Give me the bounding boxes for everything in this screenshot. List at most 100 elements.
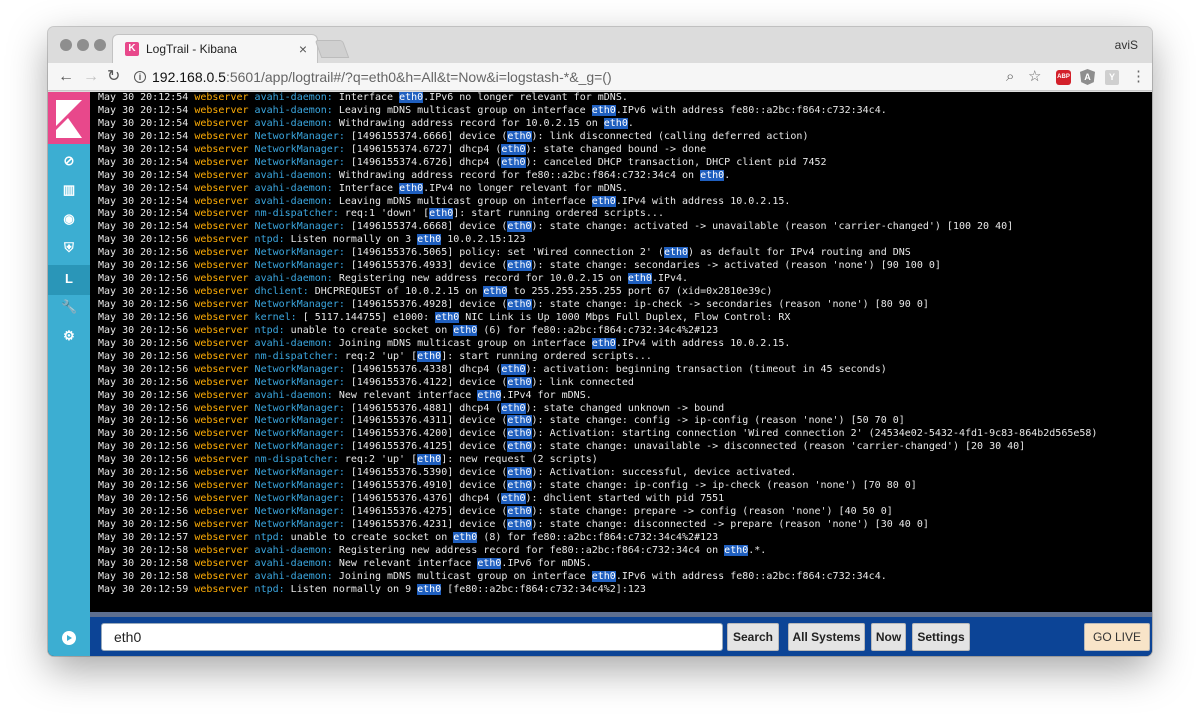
angular-extension-icon[interactable]: A: [1080, 69, 1095, 85]
zoom-icon[interactable]: ⌕: [1006, 68, 1014, 86]
log-program[interactable]: NetworkManager:: [255, 441, 345, 452]
log-hostname[interactable]: webserver: [194, 118, 248, 129]
log-stream[interactable]: May 30 20:12:54 webserver avahi-daemon: …: [98, 92, 1146, 612]
new-tab-button[interactable]: [314, 40, 350, 58]
log-hostname[interactable]: webserver: [194, 519, 248, 530]
log-program[interactable]: NetworkManager:: [255, 144, 345, 155]
browser-menu-icon[interactable]: ⋮: [1131, 68, 1146, 86]
log-program[interactable]: NetworkManager:: [255, 260, 345, 271]
log-program[interactable]: avahi-daemon:: [255, 183, 333, 194]
settings-button[interactable]: Settings: [912, 623, 970, 651]
log-hostname[interactable]: webserver: [194, 415, 248, 426]
sidebar-visualize-icon[interactable]: ▥: [61, 182, 77, 198]
log-program[interactable]: NetworkManager:: [255, 157, 345, 168]
log-hostname[interactable]: webserver: [194, 390, 248, 401]
log-program[interactable]: avahi-daemon:: [255, 545, 333, 556]
back-arrow-icon[interactable]: ←: [58, 67, 74, 87]
log-program[interactable]: dhclient:: [255, 286, 309, 297]
collapse-sidebar-icon[interactable]: [62, 631, 76, 645]
adblock-extension-icon[interactable]: ABP: [1056, 70, 1071, 85]
y-extension-icon[interactable]: Y: [1105, 70, 1119, 85]
log-hostname[interactable]: webserver: [194, 208, 248, 219]
log-program[interactable]: NetworkManager:: [255, 247, 345, 258]
log-program[interactable]: NetworkManager:: [255, 467, 345, 478]
log-program[interactable]: avahi-daemon:: [255, 338, 333, 349]
log-hostname[interactable]: webserver: [194, 454, 248, 465]
log-program[interactable]: NetworkManager:: [255, 364, 345, 375]
log-program[interactable]: nm-dispatcher:: [255, 208, 339, 219]
log-hostname[interactable]: webserver: [194, 312, 248, 323]
log-program[interactable]: ntpd:: [255, 325, 285, 336]
site-info-icon[interactable]: i: [134, 71, 146, 83]
all-systems-button[interactable]: All Systems: [788, 623, 865, 651]
log-program[interactable]: NetworkManager:: [255, 299, 345, 310]
kibana-logo[interactable]: [48, 92, 90, 144]
log-hostname[interactable]: webserver: [194, 131, 248, 142]
log-program[interactable]: NetworkManager:: [255, 221, 345, 232]
log-program[interactable]: NetworkManager:: [255, 480, 345, 491]
log-hostname[interactable]: webserver: [194, 196, 248, 207]
log-program[interactable]: NetworkManager:: [255, 403, 345, 414]
log-hostname[interactable]: webserver: [194, 403, 248, 414]
log-hostname[interactable]: webserver: [194, 480, 248, 491]
log-program[interactable]: avahi-daemon:: [255, 571, 333, 582]
log-hostname[interactable]: webserver: [194, 260, 248, 271]
log-hostname[interactable]: webserver: [194, 92, 248, 103]
log-hostname[interactable]: webserver: [194, 325, 248, 336]
log-program[interactable]: NetworkManager:: [255, 415, 345, 426]
log-program[interactable]: NetworkManager:: [255, 506, 345, 517]
log-program[interactable]: avahi-daemon:: [255, 118, 333, 129]
maximize-window-button[interactable]: [94, 39, 106, 51]
time-now-button[interactable]: Now: [871, 623, 906, 651]
sidebar-dashboard-icon[interactable]: ◉: [61, 211, 77, 227]
log-program[interactable]: ntpd:: [255, 234, 285, 245]
log-hostname[interactable]: webserver: [194, 545, 248, 556]
log-program[interactable]: NetworkManager:: [255, 519, 345, 530]
log-hostname[interactable]: webserver: [194, 506, 248, 517]
log-hostname[interactable]: webserver: [194, 467, 248, 478]
log-hostname[interactable]: webserver: [194, 221, 248, 232]
search-input[interactable]: [101, 623, 723, 651]
forward-arrow-icon[interactable]: →: [83, 67, 99, 87]
log-program[interactable]: NetworkManager:: [255, 428, 345, 439]
log-program[interactable]: NetworkManager:: [255, 377, 345, 388]
log-hostname[interactable]: webserver: [194, 441, 248, 452]
log-hostname[interactable]: webserver: [194, 157, 248, 168]
log-program[interactable]: kernel:: [255, 312, 297, 323]
close-window-button[interactable]: [60, 39, 72, 51]
log-program[interactable]: nm-dispatcher:: [255, 351, 339, 362]
log-hostname[interactable]: webserver: [194, 364, 248, 375]
reload-icon[interactable]: ↻: [107, 67, 120, 87]
log-hostname[interactable]: webserver: [194, 377, 248, 388]
log-hostname[interactable]: webserver: [194, 571, 248, 582]
log-hostname[interactable]: webserver: [194, 299, 248, 310]
minimize-window-button[interactable]: [77, 39, 89, 51]
log-hostname[interactable]: webserver: [194, 286, 248, 297]
log-hostname[interactable]: webserver: [194, 338, 248, 349]
sidebar-discover-icon[interactable]: ⊘: [61, 153, 77, 169]
log-program[interactable]: avahi-daemon:: [255, 196, 333, 207]
sidebar-timelion-icon[interactable]: ⛨: [61, 240, 77, 256]
log-program[interactable]: NetworkManager:: [255, 131, 345, 142]
log-hostname[interactable]: webserver: [194, 247, 248, 258]
log-hostname[interactable]: webserver: [194, 428, 248, 439]
log-hostname[interactable]: webserver: [194, 234, 248, 245]
log-program[interactable]: avahi-daemon:: [255, 170, 333, 181]
log-hostname[interactable]: webserver: [194, 144, 248, 155]
log-program[interactable]: ntpd:: [255, 532, 285, 543]
log-program[interactable]: avahi-daemon:: [255, 273, 333, 284]
go-live-button[interactable]: GO LIVE: [1084, 623, 1150, 651]
log-program[interactable]: NetworkManager:: [255, 493, 345, 504]
log-hostname[interactable]: webserver: [194, 532, 248, 543]
log-hostname[interactable]: webserver: [194, 170, 248, 181]
bookmark-star-icon[interactable]: ☆: [1028, 68, 1041, 86]
log-hostname[interactable]: webserver: [194, 273, 248, 284]
log-hostname[interactable]: webserver: [194, 351, 248, 362]
search-button[interactable]: Search: [727, 623, 779, 651]
log-program[interactable]: avahi-daemon:: [255, 92, 333, 103]
log-program[interactable]: nm-dispatcher:: [255, 454, 339, 465]
log-hostname[interactable]: webserver: [194, 105, 248, 116]
profile-name[interactable]: aviS: [1115, 38, 1138, 52]
sidebar-devtools-icon[interactable]: 🔧: [61, 299, 77, 315]
log-hostname[interactable]: webserver: [194, 493, 248, 504]
